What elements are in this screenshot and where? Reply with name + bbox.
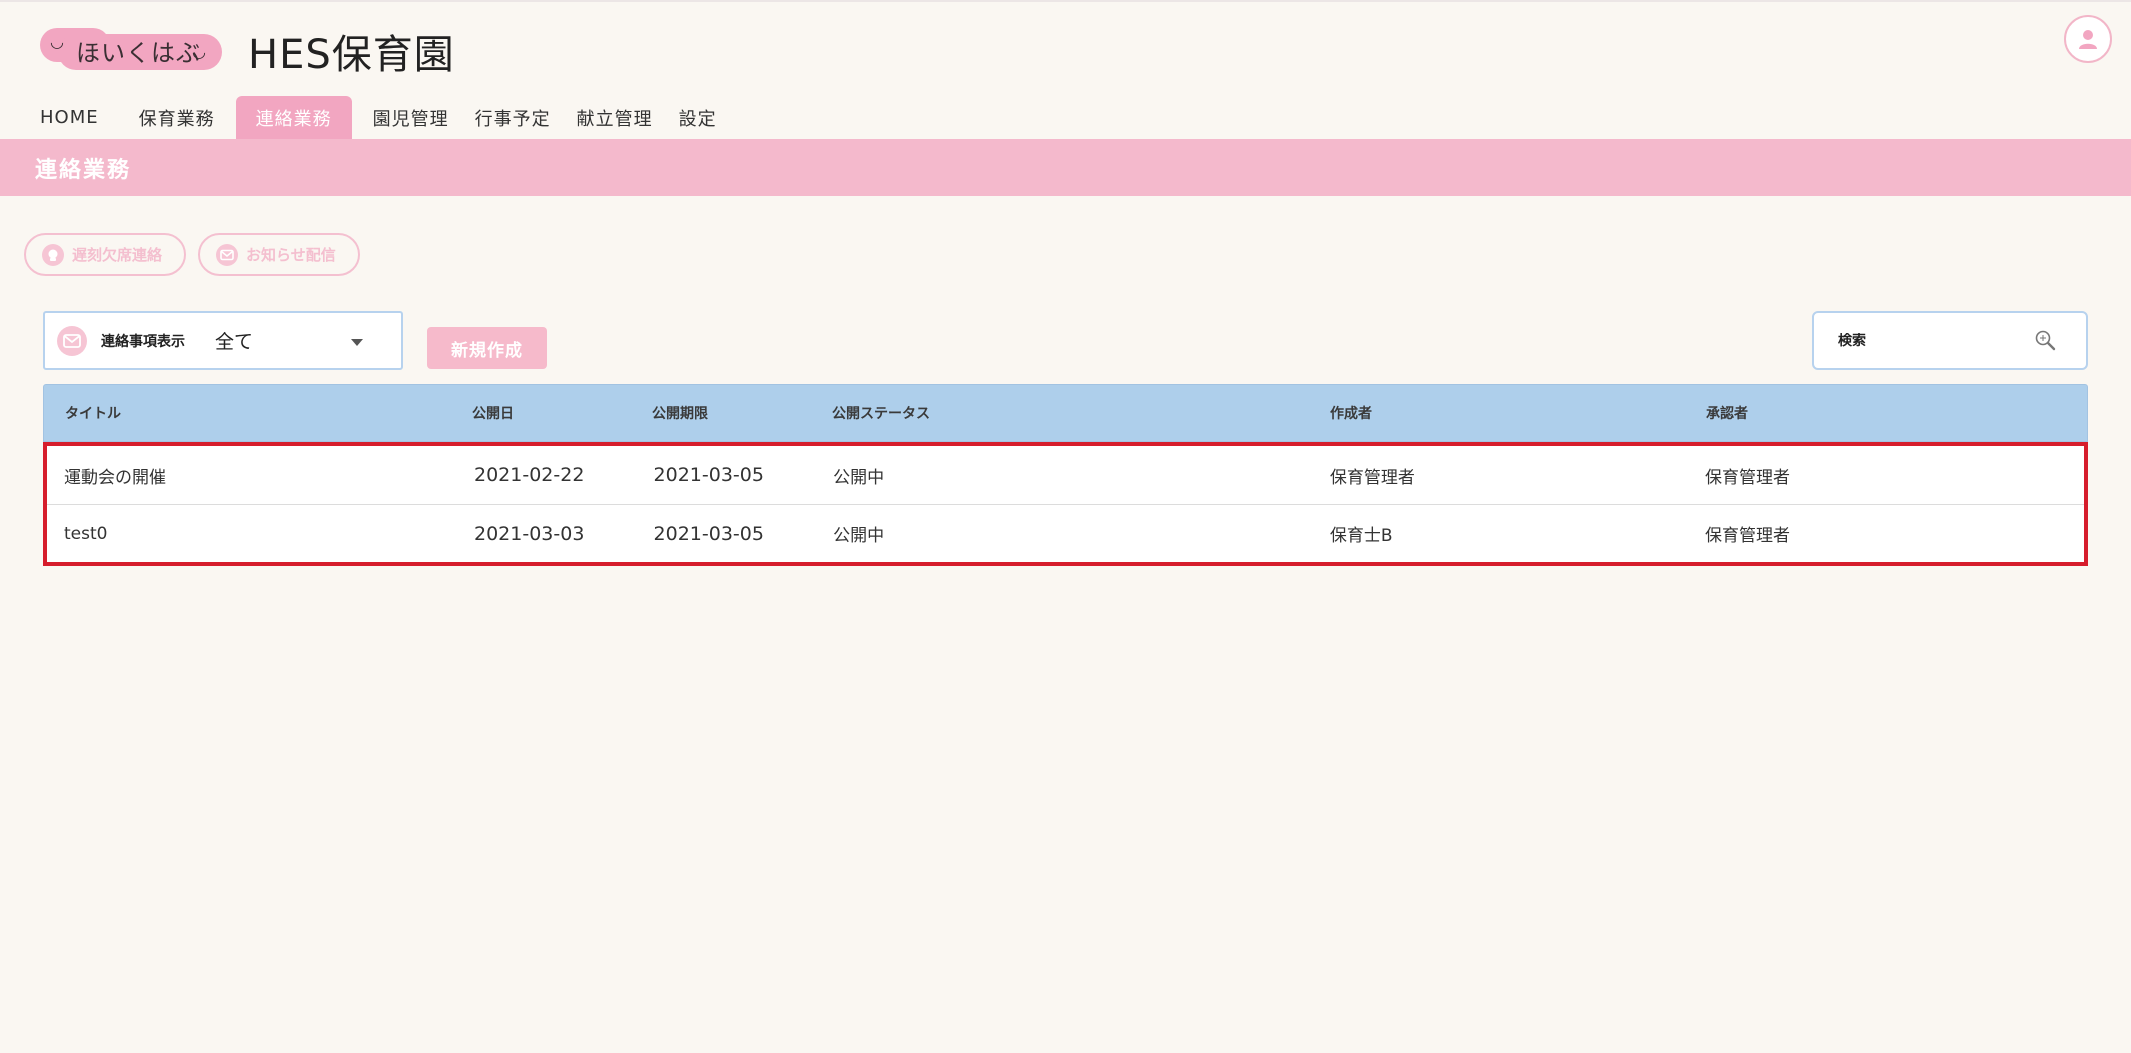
- notice-button[interactable]: お知らせ配信: [198, 233, 360, 276]
- mail-icon: [57, 325, 87, 356]
- table-row[interactable]: test0 2021-03-03 2021-03-05 公開中 保育士B 保育管…: [47, 504, 2084, 562]
- face-icon: [42, 243, 64, 266]
- late-absence-button[interactable]: 遅刻欠席連絡: [24, 233, 186, 276]
- notice-label: お知らせ配信: [246, 246, 336, 264]
- column-header-approver[interactable]: 承認者: [1706, 403, 2086, 423]
- smile-icon: ◡: [192, 42, 206, 61]
- filter-value: 全て: [215, 331, 254, 353]
- nav-item-menu[interactable]: 献立管理: [564, 96, 666, 139]
- cell-author: 保育士B: [1329, 526, 1393, 546]
- search-icon[interactable]: [2034, 329, 2056, 351]
- table-row[interactable]: 運動会の開催 2021-02-22 2021-03-05 公開中 保育管理者 保…: [47, 446, 2084, 504]
- nav-item-children[interactable]: 園児管理: [360, 96, 462, 139]
- nav-item-childcare[interactable]: 保育業務: [126, 96, 228, 139]
- logo-text: ほいくはぶ: [76, 39, 201, 67]
- chevron-down-icon: [351, 339, 363, 346]
- column-header-status[interactable]: 公開ステータス: [832, 403, 1330, 423]
- search-input[interactable]: [1838, 332, 2018, 349]
- late-absence-label: 遅刻欠席連絡: [72, 246, 163, 264]
- cell-deadline: 2021-03-05: [653, 522, 764, 545]
- user-icon: [2079, 30, 2097, 49]
- nav-item-settings[interactable]: 設定: [666, 96, 730, 139]
- page-header: 連絡業務: [0, 139, 2131, 196]
- top-border: [0, 0, 2131, 2]
- column-header-publish-date[interactable]: 公開日: [472, 403, 652, 423]
- nav-item-home[interactable]: HOME: [27, 96, 126, 139]
- logo[interactable]: ◡ ほいくはぶ ◡: [40, 26, 222, 70]
- contact-table: タイトル 公開日 公開期限 公開ステータス 作成者 承認者 運動会の開催 202…: [43, 384, 2088, 566]
- nav-item-events[interactable]: 行事予定: [462, 96, 564, 139]
- nav-item-contact[interactable]: 連絡業務: [235, 96, 352, 139]
- mail-icon: [216, 243, 238, 266]
- main-nav: HOME 保育業務 連絡業務 園児管理 行事予定 献立管理 設定: [27, 96, 730, 139]
- column-header-deadline[interactable]: 公開期限: [652, 403, 832, 423]
- site-title: HES保育園: [248, 32, 455, 78]
- filter-label: 連絡事項表示: [101, 333, 185, 350]
- cell-approver: 保育管理者: [1704, 526, 1790, 546]
- cell-title: 運動会の開催: [64, 467, 166, 488]
- cell-publish-date: 2021-03-03: [473, 522, 585, 545]
- cell-approver: 保育管理者: [1704, 467, 1790, 488]
- cell-deadline: 2021-03-05: [653, 464, 764, 486]
- search-box: [1812, 311, 2088, 370]
- column-header-title[interactable]: タイトル: [44, 403, 472, 423]
- cell-publish-date: 2021-02-22: [473, 464, 585, 486]
- column-header-author[interactable]: 作成者: [1330, 403, 1706, 423]
- cell-title: test0: [64, 523, 108, 544]
- smile-icon: ◡: [50, 32, 64, 51]
- cell-author: 保育管理者: [1329, 467, 1415, 488]
- cell-status: 公開中: [833, 526, 885, 546]
- page-title: 連絡業務: [35, 157, 132, 183]
- table-body: 運動会の開催 2021-02-22 2021-03-05 公開中 保育管理者 保…: [43, 442, 2088, 566]
- table-header: タイトル 公開日 公開期限 公開ステータス 作成者 承認者: [43, 384, 2088, 442]
- user-avatar-button[interactable]: [2064, 15, 2112, 63]
- cell-status: 公開中: [833, 467, 885, 488]
- contact-filter-select[interactable]: 連絡事項表示 全て: [43, 311, 403, 370]
- create-new-button[interactable]: 新規作成: [427, 327, 547, 369]
